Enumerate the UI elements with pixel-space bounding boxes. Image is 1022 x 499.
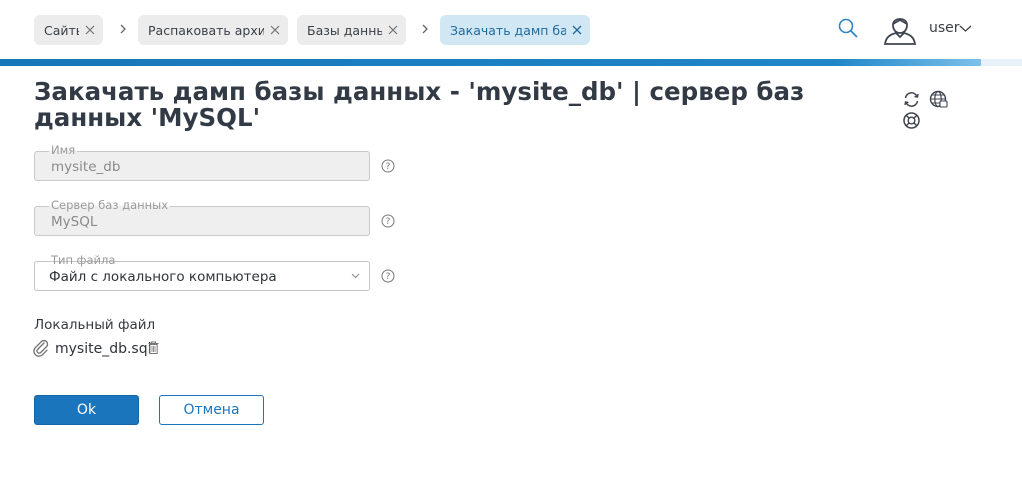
chevron-right-icon <box>422 24 428 34</box>
help-icon[interactable]: ? <box>381 269 395 283</box>
paperclip-icon <box>33 339 49 357</box>
name-field-label: Имя <box>49 143 78 157</box>
chevron-right-icon <box>120 24 126 34</box>
breadcrumb-unpack-archive[interactable]: Распаковать архи... <box>138 15 288 45</box>
breadcrumb-label: Базы данных <box>307 22 382 38</box>
svg-text:?: ? <box>386 162 391 172</box>
breadcrumb-sites[interactable]: Сайты <box>34 15 103 45</box>
refresh-icon[interactable] <box>902 90 921 109</box>
attached-file-name: mysite_db.sql <box>55 341 152 357</box>
top-bar: Сайты Распаковать архи... Базы данных За… <box>0 0 1022 60</box>
chevron-down-icon <box>351 273 360 279</box>
search-icon[interactable] <box>837 17 859 39</box>
db-server-field: Сервер баз данных MySQL <box>34 198 370 236</box>
help-lifebuoy-icon[interactable] <box>902 111 921 130</box>
progress-fill <box>0 59 982 66</box>
file-type-value: Файл с локального компьютера <box>49 269 277 285</box>
db-server-field-label: Сервер баз данных <box>49 198 171 212</box>
close-icon[interactable] <box>388 25 398 35</box>
breadcrumb-label: Распаковать архи... <box>148 22 264 38</box>
page-title: Закачать дамп базы данных - 'mysite_db' … <box>34 77 805 132</box>
breadcrumb-upload-dump[interactable]: Закачать дамп ба... <box>440 15 590 45</box>
name-field: Имя mysite_db <box>34 143 370 181</box>
close-icon[interactable] <box>85 25 95 35</box>
breadcrumb-databases[interactable]: Базы данных <box>297 15 406 45</box>
breadcrumb-label: Закачать дамп ба... <box>450 22 566 38</box>
local-file-label: Локальный файл <box>34 317 156 333</box>
progress-bar <box>0 59 1022 66</box>
svg-text:?: ? <box>386 217 391 227</box>
close-icon[interactable] <box>572 25 582 35</box>
svg-text:?: ? <box>386 272 391 282</box>
user-name[interactable]: user <box>929 20 960 36</box>
file-type-select[interactable]: Тип файла Файл с локального компьютера <box>34 253 370 291</box>
web-icon[interactable] <box>929 90 948 109</box>
close-icon[interactable] <box>270 25 280 35</box>
help-icon[interactable]: ? <box>381 214 395 228</box>
trash-icon[interactable] <box>148 341 159 354</box>
user-icon[interactable] <box>882 13 918 45</box>
chevron-down-icon[interactable] <box>959 24 972 33</box>
breadcrumb-label: Сайты <box>44 22 79 38</box>
name-field-value: mysite_db <box>51 159 121 175</box>
help-icon[interactable]: ? <box>381 159 395 173</box>
ok-button[interactable]: Ok <box>34 395 139 425</box>
file-type-label: Тип файла <box>49 253 118 267</box>
cancel-button[interactable]: Отмена <box>159 395 264 425</box>
db-server-field-value: MySQL <box>51 214 98 230</box>
